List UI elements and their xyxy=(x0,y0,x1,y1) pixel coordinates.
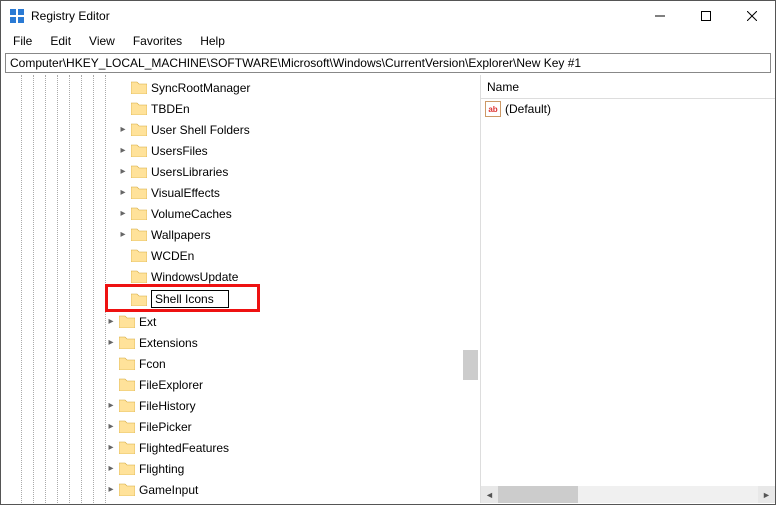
tree-node[interactable]: ▸ User Shell Folders xyxy=(1,119,480,140)
scroll-left-icon[interactable]: ◄ xyxy=(481,486,498,503)
tree-node-label: GameInput xyxy=(139,483,198,497)
tree-node[interactable]: ▸ FlightedFeatures xyxy=(1,437,480,458)
tree-node-label: Wallpapers xyxy=(151,228,211,242)
value-row[interactable]: ab (Default) xyxy=(481,99,775,119)
value-header[interactable]: Name xyxy=(481,75,775,99)
folder-icon xyxy=(119,336,135,349)
folder-icon xyxy=(131,249,147,262)
hscroll-thumb[interactable] xyxy=(498,486,578,503)
tree-node-label: UsersLibraries xyxy=(151,165,228,179)
expand-icon[interactable]: ▸ xyxy=(105,442,117,453)
value-pane[interactable]: Name ab (Default) ◄ ► xyxy=(481,75,775,503)
expand-icon[interactable]: ▸ xyxy=(117,166,129,177)
tree-node-label: FileExplorer xyxy=(139,378,203,392)
scroll-right-icon[interactable]: ► xyxy=(758,486,775,503)
folder-icon xyxy=(119,483,135,496)
folder-icon xyxy=(131,165,147,178)
tree-node[interactable]: SyncRootManager xyxy=(1,77,480,98)
menu-file[interactable]: File xyxy=(5,33,40,49)
tree-node[interactable]: ▸ FileHistory xyxy=(1,395,480,416)
expand-icon[interactable]: ▸ xyxy=(117,124,129,135)
expand-icon[interactable]: ▸ xyxy=(117,208,129,219)
value-name: (Default) xyxy=(505,102,551,116)
expand-icon[interactable]: ▸ xyxy=(105,463,117,474)
folder-icon xyxy=(119,378,135,391)
tree-node[interactable]: WCDEn xyxy=(1,245,480,266)
folder-icon xyxy=(131,207,147,220)
menu-edit[interactable]: Edit xyxy=(42,33,79,49)
expand-icon[interactable]: ▸ xyxy=(105,421,117,432)
window-title: Registry Editor xyxy=(31,9,637,23)
tree-node-label: Flighting xyxy=(139,462,184,476)
column-name[interactable]: Name xyxy=(481,78,525,96)
tree-node-label: VisualEffects xyxy=(151,186,220,200)
tree-node-label: Extensions xyxy=(139,336,198,350)
tree-node[interactable]: GameInstaller xyxy=(1,500,480,503)
value-hscrollbar[interactable]: ◄ ► xyxy=(481,486,775,503)
tree-scrollbar-thumb[interactable] xyxy=(463,350,478,380)
tree-node-label: FileHistory xyxy=(139,399,196,413)
expand-icon[interactable]: ▸ xyxy=(117,187,129,198)
expand-icon[interactable]: ▸ xyxy=(117,229,129,240)
tree-node[interactable]: ▸ UsersLibraries xyxy=(1,161,480,182)
tree-node[interactable]: ▸ VolumeCaches xyxy=(1,203,480,224)
folder-icon xyxy=(131,186,147,199)
folder-icon xyxy=(131,123,147,136)
tree-node-label: VolumeCaches xyxy=(151,207,232,221)
folder-icon xyxy=(119,357,135,370)
folder-icon xyxy=(119,441,135,454)
tree-node-label: UsersFiles xyxy=(151,144,208,158)
menu-view[interactable]: View xyxy=(81,33,123,49)
menu-favorites[interactable]: Favorites xyxy=(125,33,190,49)
tree-node[interactable]: FileExplorer xyxy=(1,374,480,395)
tree-node-label: FlightedFeatures xyxy=(139,441,229,455)
tree-node[interactable]: ▸ Extensions xyxy=(1,332,480,353)
expand-icon[interactable]: ▸ xyxy=(117,145,129,156)
folder-icon xyxy=(131,81,147,94)
tree-node[interactable]: ▸ Flighting xyxy=(1,458,480,479)
tree-node-label: SyncRootManager xyxy=(151,81,250,95)
folder-icon xyxy=(131,228,147,241)
rename-input[interactable] xyxy=(151,290,229,308)
menubar: File Edit View Favorites Help xyxy=(1,31,775,51)
folder-icon xyxy=(131,102,147,115)
tree-node[interactable]: ▸ UsersFiles xyxy=(1,140,480,161)
folder-icon xyxy=(119,462,135,475)
folder-icon xyxy=(119,420,135,433)
tree-node[interactable] xyxy=(1,287,480,311)
tree-node-label: Ext xyxy=(139,315,156,329)
app-icon xyxy=(9,8,25,24)
expand-icon[interactable]: ▸ xyxy=(105,484,117,495)
tree-node-label: WCDEn xyxy=(151,249,194,263)
folder-icon xyxy=(119,315,135,328)
folder-icon xyxy=(131,293,147,306)
tree-node[interactable]: ▸ Wallpapers xyxy=(1,224,480,245)
minimize-button[interactable] xyxy=(637,1,683,31)
tree-node[interactable]: ▸ Ext xyxy=(1,311,480,332)
menu-help[interactable]: Help xyxy=(192,33,233,49)
tree-node-label: User Shell Folders xyxy=(151,123,250,137)
close-button[interactable] xyxy=(729,1,775,31)
tree-node-label: WindowsUpdate xyxy=(151,270,238,284)
maximize-button[interactable] xyxy=(683,1,729,31)
expand-icon[interactable]: ▸ xyxy=(105,337,117,348)
folder-icon xyxy=(131,144,147,157)
tree-node-label: Fcon xyxy=(139,357,166,371)
tree-pane[interactable]: SyncRootManagerTBDEn▸User Shell Folders▸… xyxy=(1,75,481,503)
tree-node[interactable]: ▸ GameInput xyxy=(1,479,480,500)
tree-node[interactable]: ▸ FilePicker xyxy=(1,416,480,437)
tree-node-label: TBDEn xyxy=(151,102,190,116)
tree-node[interactable]: WindowsUpdate xyxy=(1,266,480,287)
tree-node-label: FilePicker xyxy=(139,420,192,434)
expand-icon[interactable]: ▸ xyxy=(105,400,117,411)
folder-icon xyxy=(119,399,135,412)
string-value-icon: ab xyxy=(485,101,501,117)
address-bar[interactable]: Computer\HKEY_LOCAL_MACHINE\SOFTWARE\Mic… xyxy=(5,53,771,73)
folder-icon xyxy=(131,270,147,283)
tree-node[interactable]: Fcon xyxy=(1,353,480,374)
expand-icon[interactable]: ▸ xyxy=(105,316,117,327)
titlebar: Registry Editor xyxy=(1,1,775,31)
tree-node[interactable]: ▸ VisualEffects xyxy=(1,182,480,203)
tree-node[interactable]: TBDEn xyxy=(1,98,480,119)
